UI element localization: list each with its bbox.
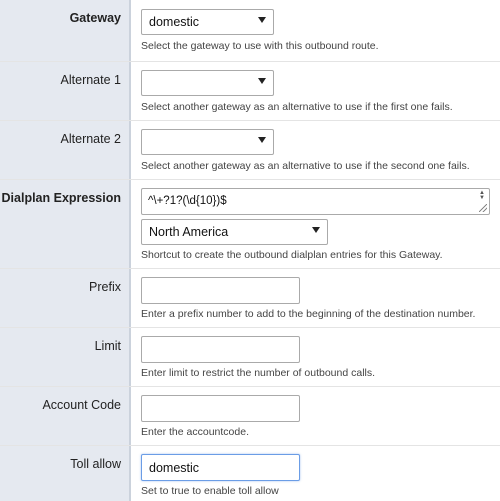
alternate2-label-cell: Alternate 2 [0,121,131,180]
outbound-route-form: Gateway domestic Select the gateway to u… [0,0,500,501]
prefix-help: Enter a prefix number to add to the begi… [141,308,476,320]
alternate2-field-cell: Select another gateway as an alternative… [133,121,500,180]
toll-allow-label: Toll allow [70,457,121,471]
toll-allow-row: Toll allow domestic Set to true to enabl… [0,445,500,501]
limit-label-cell: Limit [0,328,131,387]
alternate1-row: Alternate 1 Select another gateway as an… [0,61,500,121]
account-code-help: Enter the accountcode. [141,426,249,438]
dialplan-label: Dialplan Expression [1,191,121,205]
toll-allow-input[interactable]: domestic [141,454,300,481]
dialplan-expression-value: ^\+?1?(\d{10})$ [148,195,227,207]
gateway-row: Gateway domestic Select the gateway to u… [0,0,500,61]
toll-allow-help: Set to true to enable toll allow [141,485,279,497]
dialplan-shortcut-value: North America [149,225,229,239]
dialplan-shortcut-select[interactable]: North America [141,219,328,245]
limit-input[interactable] [141,336,300,363]
account-code-label: Account Code [42,398,121,412]
limit-help: Enter limit to restrict the number of ou… [141,367,376,379]
toll-allow-input-value: domestic [149,461,200,475]
alternate2-help: Select another gateway as an alternative… [141,160,470,172]
toll-allow-field-cell: domestic Set to true to enable toll allo… [133,446,500,501]
alternate1-select[interactable] [141,70,274,96]
gateway-select[interactable]: domestic [141,9,274,35]
limit-row: Limit Enter limit to restrict the number… [0,327,500,387]
prefix-field-cell: Enter a prefix number to add to the begi… [133,269,500,328]
dialplan-row: Dialplan Expression ^\+?1?(\d{10})$ ▲ ▼ N… [0,179,500,269]
alternate2-row: Alternate 2 Select another gateway as an… [0,120,500,180]
gateway-field-cell: domestic Select the gateway to use with … [133,0,500,61]
dialplan-field-cell: ^\+?1?(\d{10})$ ▲ ▼ North America Shortcu… [133,180,500,269]
prefix-input[interactable] [141,277,300,304]
chevron-down-icon [258,137,266,143]
dialplan-expression-textarea[interactable]: ^\+?1?(\d{10})$ ▲ ▼ [141,188,490,215]
dialplan-label-cell: Dialplan Expression [0,180,131,269]
limit-label: Limit [94,339,121,353]
chevron-down-icon [312,227,320,233]
alternate1-label: Alternate 1 [60,73,121,87]
gateway-help: Select the gateway to use with this outb… [141,40,379,52]
account-code-input[interactable] [141,395,300,422]
prefix-label-cell: Prefix [0,269,131,328]
gateway-label: Gateway [69,11,121,25]
chevron-down-icon [258,78,266,84]
account-code-row: Account Code Enter the accountcode. [0,386,500,446]
limit-field-cell: Enter limit to restrict the number of ou… [133,328,500,387]
alternate2-select[interactable] [141,129,274,155]
gateway-label-cell: Gateway [0,0,131,61]
account-code-field-cell: Enter the accountcode. [133,387,500,446]
spinner-arrows-icon[interactable]: ▲ ▼ [478,190,486,201]
account-code-label-cell: Account Code [0,387,131,446]
resize-handle-icon[interactable] [479,204,487,212]
alternate2-label: Alternate 2 [60,132,121,146]
gateway-select-value: domestic [149,15,200,29]
chevron-down-icon [258,17,266,23]
alternate1-field-cell: Select another gateway as an alternative… [133,62,500,121]
alternate1-help: Select another gateway as an alternative… [141,101,453,113]
toll-allow-label-cell: Toll allow [0,446,131,501]
alternate1-label-cell: Alternate 1 [0,62,131,121]
prefix-row: Prefix Enter a prefix number to add to t… [0,268,500,328]
dialplan-help: Shortcut to create the outbound dialplan… [141,249,443,261]
prefix-label: Prefix [89,280,121,294]
